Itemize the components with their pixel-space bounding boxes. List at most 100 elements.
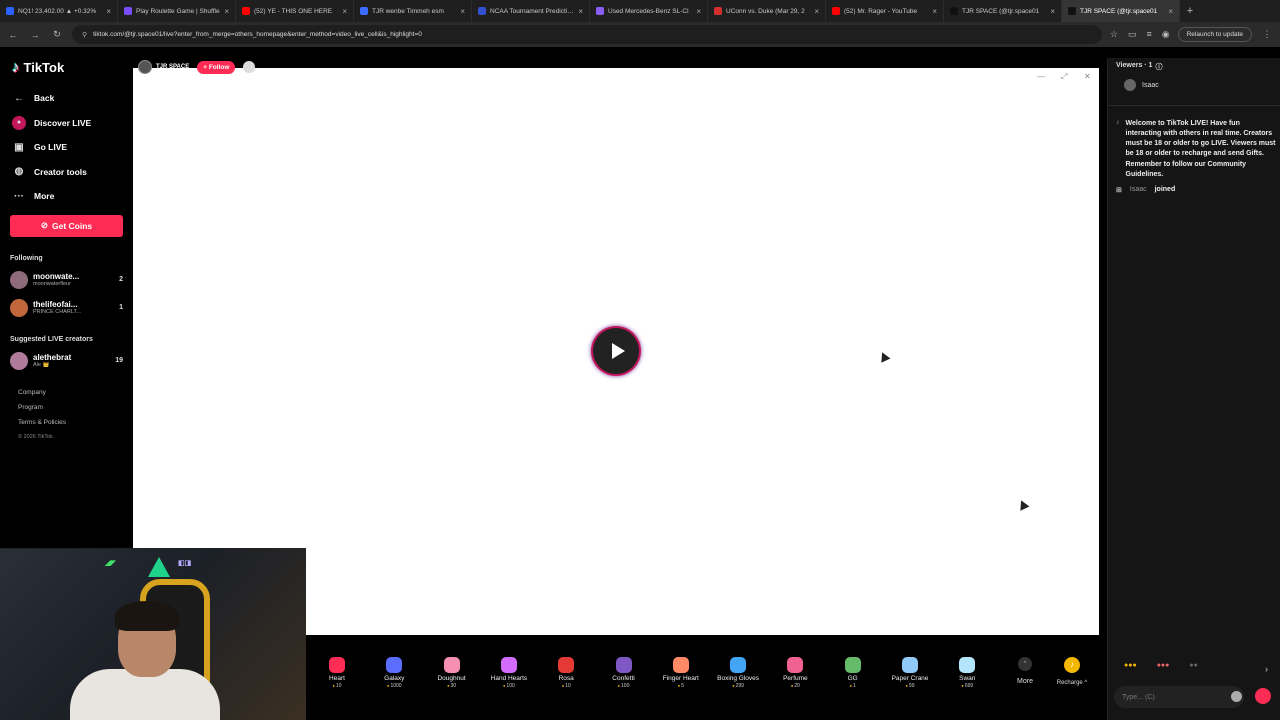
gift-item[interactable]: Confetti100	[596, 657, 652, 689]
gift-item[interactable]: Perfume20	[767, 657, 823, 689]
welcome-message: ♪ Welcome to TikTok LIVE! Have fun inter…	[1116, 119, 1276, 180]
info-icon[interactable]: ⓘ	[1155, 62, 1162, 72]
joined-message: ⊞ Isaac joined	[1116, 186, 1175, 194]
following-item[interactable]: thelifeofai... PRINCE CHARLT... 1	[10, 298, 123, 318]
browser-tab[interactable]: Play Roulette Game | Shuffle ×	[118, 0, 236, 22]
browser-tab[interactable]: TJR SPACE (@tjr.space01 ×	[1062, 0, 1180, 22]
nav-more[interactable]: ··· More	[10, 184, 123, 209]
chat-input[interactable]	[1122, 693, 1236, 701]
emoji-icon[interactable]	[1231, 691, 1242, 702]
tab-title: (52) YE - THIS ONE HERE	[254, 7, 333, 15]
gift-item[interactable]: Swan699	[939, 657, 995, 689]
gift-item[interactable]: Hand Hearts100	[481, 657, 537, 689]
reaction-icon[interactable]: ●●●	[1124, 662, 1137, 669]
browser-tab[interactable]: (52) YE - THIS ONE HERE ×	[236, 0, 354, 22]
account-subtitle: Ale 👑	[33, 362, 50, 368]
browser-tab[interactable]: NCAA Tournament Prediction ×	[472, 0, 590, 22]
gift-icon	[443, 657, 460, 673]
chevron-right-icon[interactable]: ›	[1265, 664, 1268, 674]
chat-input-wrapper	[1114, 686, 1244, 708]
fullscreen-icon[interactable]: ⤢	[1061, 72, 1067, 82]
gift-item[interactable]: Heart10	[309, 657, 365, 689]
gift-item[interactable]: GG1	[825, 657, 881, 689]
tab-close-icon[interactable]: ×	[696, 7, 701, 16]
back-link[interactable]: ← Back	[10, 86, 123, 111]
close-icon[interactable]: ✕	[1084, 72, 1091, 81]
bookmark-star-icon[interactable]: ☆	[1110, 29, 1118, 40]
browser-tab[interactable]: (52) Mr. Rager - YouTube ×	[826, 0, 944, 22]
gift-price: 5	[653, 683, 709, 689]
back-arrow-icon[interactable]: ←	[6, 30, 20, 40]
gift-price: 699	[939, 683, 995, 689]
sidebar-footer: Company Program Terms & Policies © 2026 …	[10, 389, 123, 449]
tab-close-icon[interactable]: ×	[342, 7, 347, 16]
follow-button[interactable]: + Follow	[197, 60, 236, 74]
gift-more-button[interactable]: ^ More	[1010, 657, 1040, 685]
tab-close-icon[interactable]: ×	[1168, 7, 1173, 16]
browser-tab[interactable]: Used Mercedes-Benz SL-Cl ×	[590, 0, 708, 22]
tab-close-icon[interactable]: ×	[578, 7, 583, 16]
tab-title: (52) Mr. Rager - YouTube	[844, 7, 918, 15]
quick-reactions: ●●● ●●● ●●	[1124, 662, 1198, 669]
extensions-icon[interactable]: ≡	[1146, 29, 1151, 40]
tab-close-icon[interactable]: ×	[106, 7, 111, 16]
cast-icon[interactable]: ▭	[1128, 29, 1137, 40]
streamer-name[interactable]: TJR SPACE	[156, 64, 189, 70]
url-field[interactable]: ⚲ tiktok.com/@tjr.space01/live?enter_fro…	[72, 25, 1102, 44]
joined-user[interactable]: Isaac	[1130, 186, 1147, 194]
gift-name: Swan	[959, 675, 976, 682]
suggested-item[interactable]: alethebrat Ale 👑 19	[10, 351, 123, 371]
reload-icon[interactable]: ↻	[50, 29, 64, 40]
tiktok-logo[interactable]: ♪ TikTok	[12, 59, 123, 76]
viewer-item[interactable]: Isaac	[1124, 79, 1159, 91]
reaction-icon[interactable]: ●●	[1189, 662, 1197, 669]
browser-tab[interactable]: NQ1! 23,402.00 ▲ +0.32% ×	[0, 0, 118, 22]
tab-close-icon[interactable]: ×	[932, 7, 937, 16]
browser-tab[interactable]: TJR wenbe Timmeh esm ×	[354, 0, 472, 22]
footer-company[interactable]: Company	[18, 389, 123, 404]
recharge-button[interactable]: ♪ Recharge ^	[1051, 657, 1093, 686]
tab-close-icon[interactable]: ×	[460, 7, 465, 16]
minimize-icon[interactable]: —	[1037, 72, 1045, 81]
get-coins-button[interactable]: ⊘ Get Coins	[10, 214, 123, 237]
streamer-avatar[interactable]	[138, 60, 152, 74]
gift-icon[interactable]	[1255, 688, 1271, 704]
led-triangle-icon	[148, 557, 170, 577]
back-label: Back	[34, 93, 55, 104]
relaunch-button[interactable]: Relaunch to update	[1177, 27, 1252, 42]
gift-icon	[329, 657, 345, 673]
following-item[interactable]: moonwate... moonwaterfleur 2	[10, 270, 123, 290]
nav-discover-live[interactable]: ● Discover LIVE	[10, 111, 123, 136]
gift-icon	[615, 657, 632, 673]
gift-item[interactable]: Galaxy1000	[366, 657, 422, 689]
gift-name: Galaxy	[384, 675, 405, 682]
profile-icon[interactable]: ◉	[1162, 29, 1170, 40]
new-tab-icon[interactable]: +	[1180, 5, 1200, 17]
site-info-icon[interactable]: ⚲	[82, 31, 87, 39]
viewer-name: Isaac	[1142, 81, 1159, 89]
reaction-icon[interactable]: ●●●	[1157, 662, 1170, 669]
tab-close-icon[interactable]: ×	[1050, 7, 1055, 16]
tab-close-icon[interactable]: ×	[814, 7, 819, 16]
tab-close-icon[interactable]: ×	[224, 7, 229, 16]
tab-favicon-icon	[124, 7, 132, 15]
viewers-count: Viewers · 1	[1116, 62, 1153, 69]
gift-item[interactable]: Rosa10	[538, 657, 594, 689]
forward-arrow-icon[interactable]: →	[28, 30, 42, 40]
gift-item[interactable]: Doughnut30	[424, 657, 480, 689]
more-dots-icon: ···	[14, 190, 24, 202]
nav-go-live[interactable]: ▣ Go LIVE	[10, 135, 123, 160]
browser-tab[interactable]: TJR SPACE (@tjr.space01 ×	[944, 0, 1062, 22]
gift-more-label: More	[1017, 678, 1033, 685]
gift-item[interactable]: Paper Crane99	[882, 657, 938, 689]
nav-creator-tools[interactable]: ◍ Creator tools	[10, 160, 123, 185]
browser-tab[interactable]: UConn vs. Duke (Mar 29, 2 ×	[708, 0, 826, 22]
stream-header	[133, 47, 1099, 68]
gift-item[interactable]: Finger Heart5	[653, 657, 709, 689]
streamer-more-icon[interactable]	[243, 61, 256, 73]
gift-item[interactable]: Boxing Gloves299	[710, 657, 766, 689]
menu-dots-icon[interactable]: ⋮	[1260, 29, 1274, 40]
footer-program[interactable]: Program	[18, 404, 123, 419]
footer-terms[interactable]: Terms & Policies	[18, 419, 123, 434]
play-button[interactable]	[593, 328, 639, 374]
